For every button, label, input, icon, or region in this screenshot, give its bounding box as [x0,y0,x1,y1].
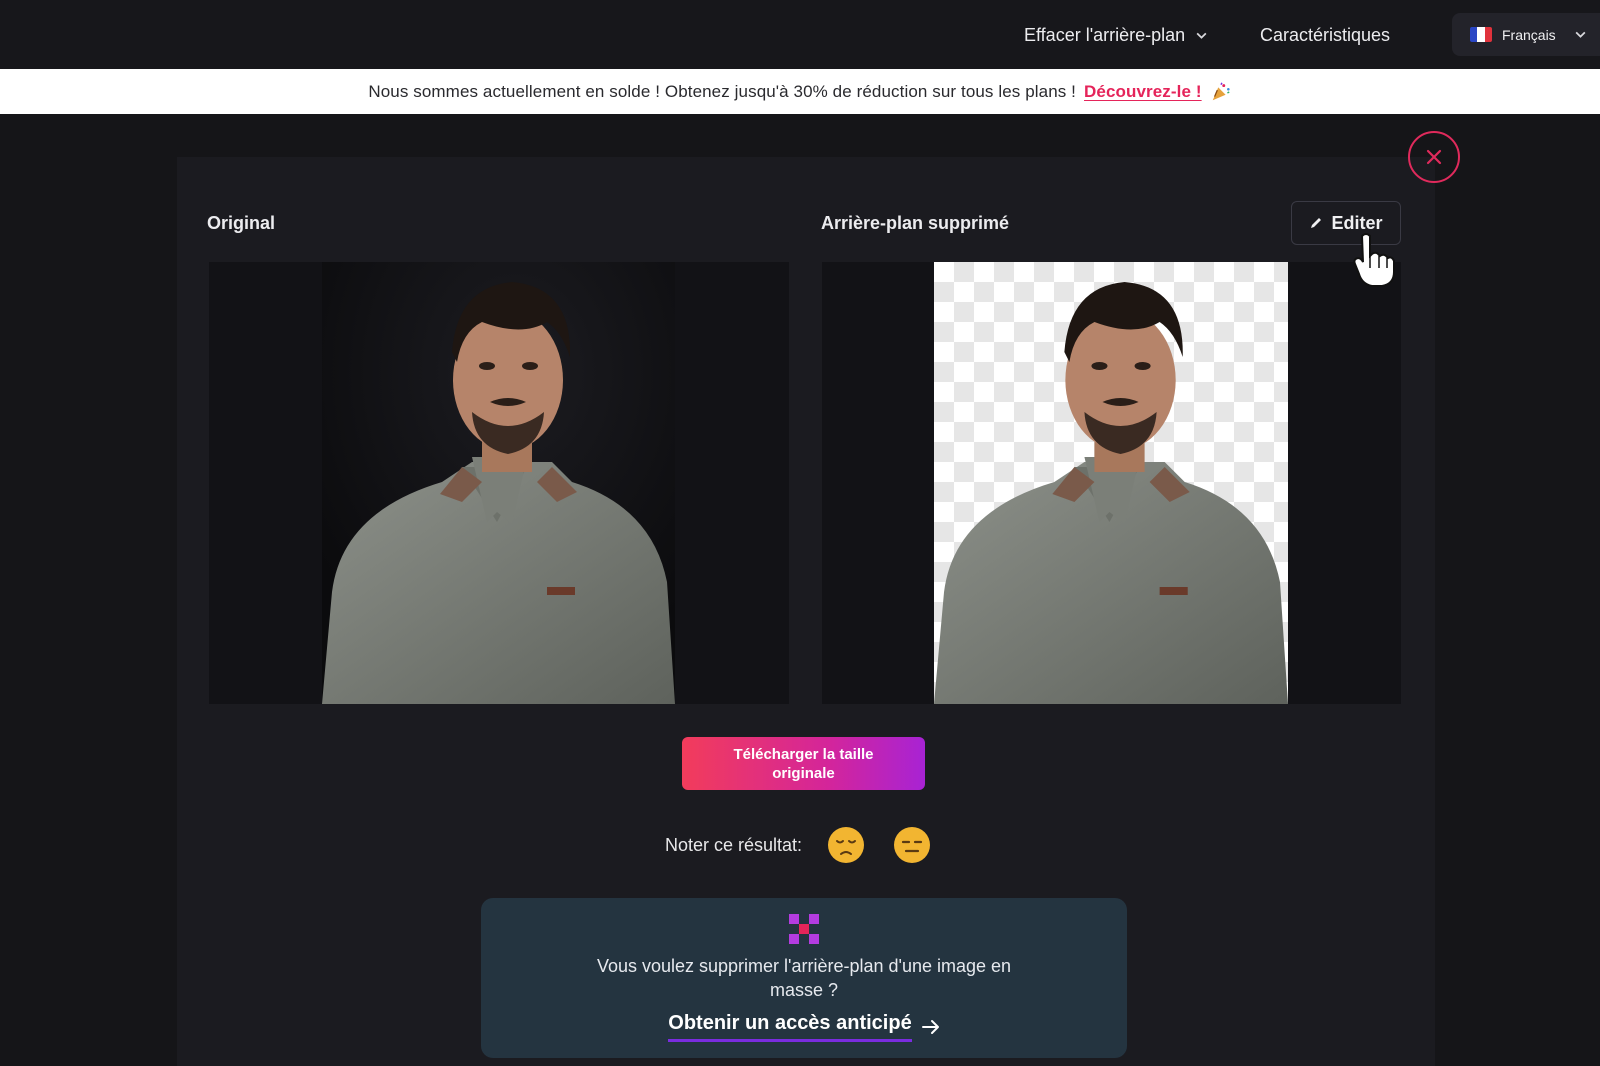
nav-features[interactable]: Caractéristiques [1260,22,1390,48]
original-label: Original [207,213,276,233]
download-label: Télécharger la taille originale [733,745,874,782]
top-navigation: Effacer l'arrière-plan Caractéristiques … [0,0,1600,69]
rating-label: Noter ce résultat: [665,834,803,855]
chevron-down-icon [1575,31,1586,38]
bulk-removal-text: Vous voulez supprimer l'arrière-plan d'u… [596,956,1012,1000]
close-icon [1426,149,1442,165]
person-cutout [934,282,1288,704]
close-button[interactable] [1408,131,1460,183]
france-flag-icon [1470,27,1492,42]
nav-remove-background[interactable]: Effacer l'arrière-plan [1024,22,1208,48]
background-removed-panel [822,262,1401,704]
promo-banner: Nous sommes actuellement en solde ! Obte… [0,69,1600,114]
party-popper-icon [1212,82,1230,100]
edit-label: Editer [1331,212,1383,233]
transparent-result-photo [934,262,1288,704]
language-label: Français [1502,26,1556,43]
early-access-link[interactable]: Obtenir un accès anticipé [668,1012,939,1042]
bulk-removal-card: Vous voulez supprimer l'arrière-plan d'u… [481,898,1127,1058]
promo-link[interactable]: Découvrez-le ! [1084,82,1202,102]
person-photo [322,262,675,704]
sad-face-emoji[interactable] [826,825,866,865]
original-photo [322,262,675,704]
original-image-panel [209,262,789,704]
promo-text: Nous sommes actuellement en solde ! Obte… [368,81,1077,101]
nav-remove-background-label: Effacer l'arrière-plan [1024,24,1186,45]
nav-features-label: Caractéristiques [1260,24,1391,45]
arrow-right-icon [921,1020,939,1034]
early-access-label: Obtenir un accès anticipé [668,1012,912,1042]
background-removed-label: Arrière-plan supprimé [821,213,1010,233]
neutral-face-emoji[interactable] [892,825,932,865]
bulk-grid-icon [789,914,819,944]
pencil-icon [1311,218,1322,228]
rating-row: Noter ce résultat: [665,825,958,865]
hand-cursor-icon [1353,233,1395,287]
chevron-down-icon [1196,32,1207,39]
download-original-button[interactable]: Télécharger la taille originale [682,737,925,790]
language-selector[interactable]: Français [1452,13,1600,56]
